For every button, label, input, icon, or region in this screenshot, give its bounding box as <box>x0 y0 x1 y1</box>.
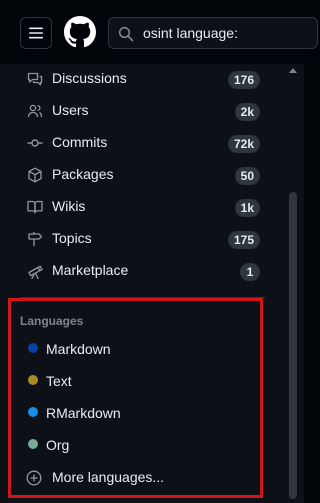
filter-packages[interactable]: Packages 50 <box>20 159 264 191</box>
more-languages-label: More languages... <box>52 469 165 485</box>
count-badge: 175 <box>227 231 260 249</box>
book-icon <box>27 200 43 214</box>
language-label: RMarkdown <box>46 405 121 421</box>
filter-commits[interactable]: Commits 72k <box>20 127 264 159</box>
menu-button[interactable] <box>20 17 52 49</box>
language-label: Text <box>46 373 72 389</box>
language-filter-markdown[interactable]: Markdown <box>20 335 250 365</box>
filter-users[interactable]: Users 2k <box>20 95 264 127</box>
filter-topics[interactable]: Topics 175 <box>20 223 264 255</box>
language-color-dot <box>28 375 38 385</box>
count-badge: 50 <box>234 167 260 185</box>
comment-discussion-icon <box>27 72 43 86</box>
language-label: Markdown <box>46 341 111 357</box>
top-header: osint language: <box>0 0 318 64</box>
language-label: Org <box>46 437 70 453</box>
scrollbar-thumb[interactable] <box>289 192 297 499</box>
count-badge: 2k <box>234 103 260 121</box>
count-badge: 1 <box>240 263 260 281</box>
more-languages-link[interactable]: More languages... <box>20 463 250 493</box>
search-input[interactable]: osint language: <box>108 17 318 49</box>
language-color-dot <box>28 343 38 353</box>
filter-label: Topics <box>52 230 92 246</box>
plus-circle-icon <box>26 470 42 486</box>
github-logo-icon[interactable] <box>64 16 96 48</box>
package-icon <box>28 167 42 183</box>
filter-label: Discussions <box>52 70 127 86</box>
count-badge: 176 <box>227 71 260 89</box>
people-icon <box>27 104 43 118</box>
scroll-up-arrow-icon[interactable] <box>289 68 297 73</box>
language-filter-rmarkdown[interactable]: RMarkdown <box>20 399 250 429</box>
filter-label: Packages <box>52 166 114 182</box>
filter-label: Users <box>52 102 89 118</box>
filter-wikis[interactable]: Wikis 1k <box>20 191 264 223</box>
filter-marketplace[interactable]: Marketplace 1 <box>20 255 264 287</box>
language-color-dot <box>28 407 38 417</box>
filter-label: Wikis <box>52 198 86 214</box>
telescope-icon <box>28 265 43 279</box>
sidebar-scrollbar[interactable] <box>286 64 300 503</box>
hamburger-icon <box>29 27 43 39</box>
filter-label: Marketplace <box>52 262 129 278</box>
languages-heading: Languages <box>20 314 84 328</box>
language-color-dot <box>28 439 38 449</box>
git-commit-icon <box>27 139 43 147</box>
milestone-icon <box>28 232 43 246</box>
language-filter-org[interactable]: Org <box>20 431 250 461</box>
search-icon <box>118 26 134 42</box>
count-badge: 1k <box>234 199 260 217</box>
filter-discussions[interactable]: Discussions 176 <box>20 63 264 95</box>
filter-label: Commits <box>52 134 108 150</box>
search-query: osint language: <box>143 25 238 41</box>
count-badge: 72k <box>227 135 260 153</box>
language-filter-text[interactable]: Text <box>20 367 250 397</box>
